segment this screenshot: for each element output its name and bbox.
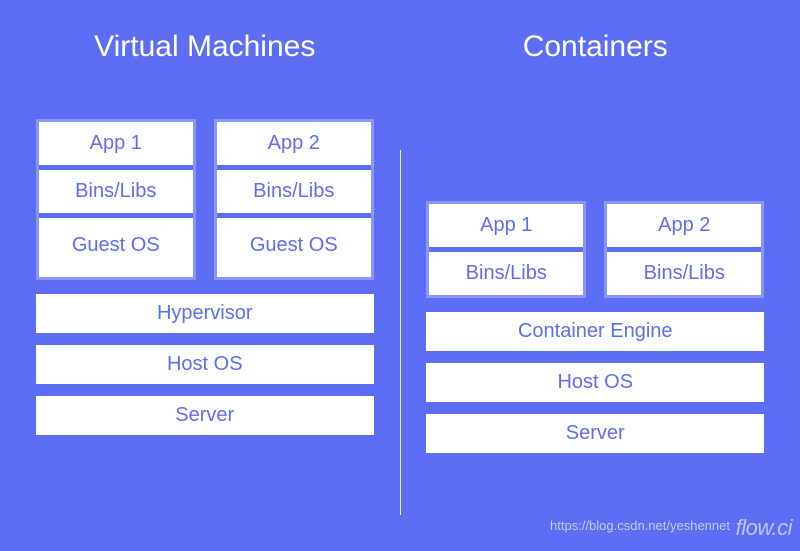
- container-app-2: App 2: [607, 204, 761, 252]
- vm-guestos-1: Guest OS: [39, 218, 193, 277]
- container-group-2: App 2 Bins/Libs: [604, 201, 764, 298]
- divider: [400, 150, 401, 515]
- vm-group-1: App 1 Bins/Libs Guest OS: [36, 119, 196, 280]
- container-top-stack: App 1 Bins/Libs App 2 Bins/Libs: [421, 201, 771, 298]
- container-hostos: Host OS: [426, 363, 764, 402]
- vm-column: Virtual Machines App 1 Bins/Libs Guest O…: [30, 30, 400, 491]
- container-server: Server: [426, 414, 764, 453]
- watermark-logo: flow.ci: [736, 515, 792, 541]
- vm-server: Server: [36, 396, 374, 435]
- vm-libs-2: Bins/Libs: [217, 170, 371, 218]
- vm-app-1: App 1: [39, 122, 193, 170]
- watermark-url: https://blog.csdn.net/yeshennet: [550, 518, 730, 533]
- diagram-container: Virtual Machines App 1 Bins/Libs Guest O…: [0, 0, 800, 551]
- vm-hypervisor: Hypervisor: [36, 294, 374, 333]
- vm-guestos-2: Guest OS: [217, 218, 371, 277]
- vm-libs-1: Bins/Libs: [39, 170, 193, 218]
- vm-app-2: App 2: [217, 122, 371, 170]
- container-libs-2: Bins/Libs: [607, 252, 761, 295]
- container-title: Containers: [523, 30, 668, 64]
- container-group-1: App 1 Bins/Libs: [426, 201, 586, 298]
- vm-group-2: App 2 Bins/Libs Guest OS: [214, 119, 374, 280]
- vm-top-stack: App 1 Bins/Libs Guest OS App 2 Bins/Libs…: [30, 119, 380, 280]
- container-app-1: App 1: [429, 204, 583, 252]
- container-engine: Container Engine: [426, 312, 764, 351]
- vm-hostos: Host OS: [36, 345, 374, 384]
- container-column: Containers App 1 Bins/Libs App 2 Bins/Li…: [401, 30, 771, 491]
- container-libs-1: Bins/Libs: [429, 252, 583, 295]
- vm-title: Virtual Machines: [94, 30, 315, 64]
